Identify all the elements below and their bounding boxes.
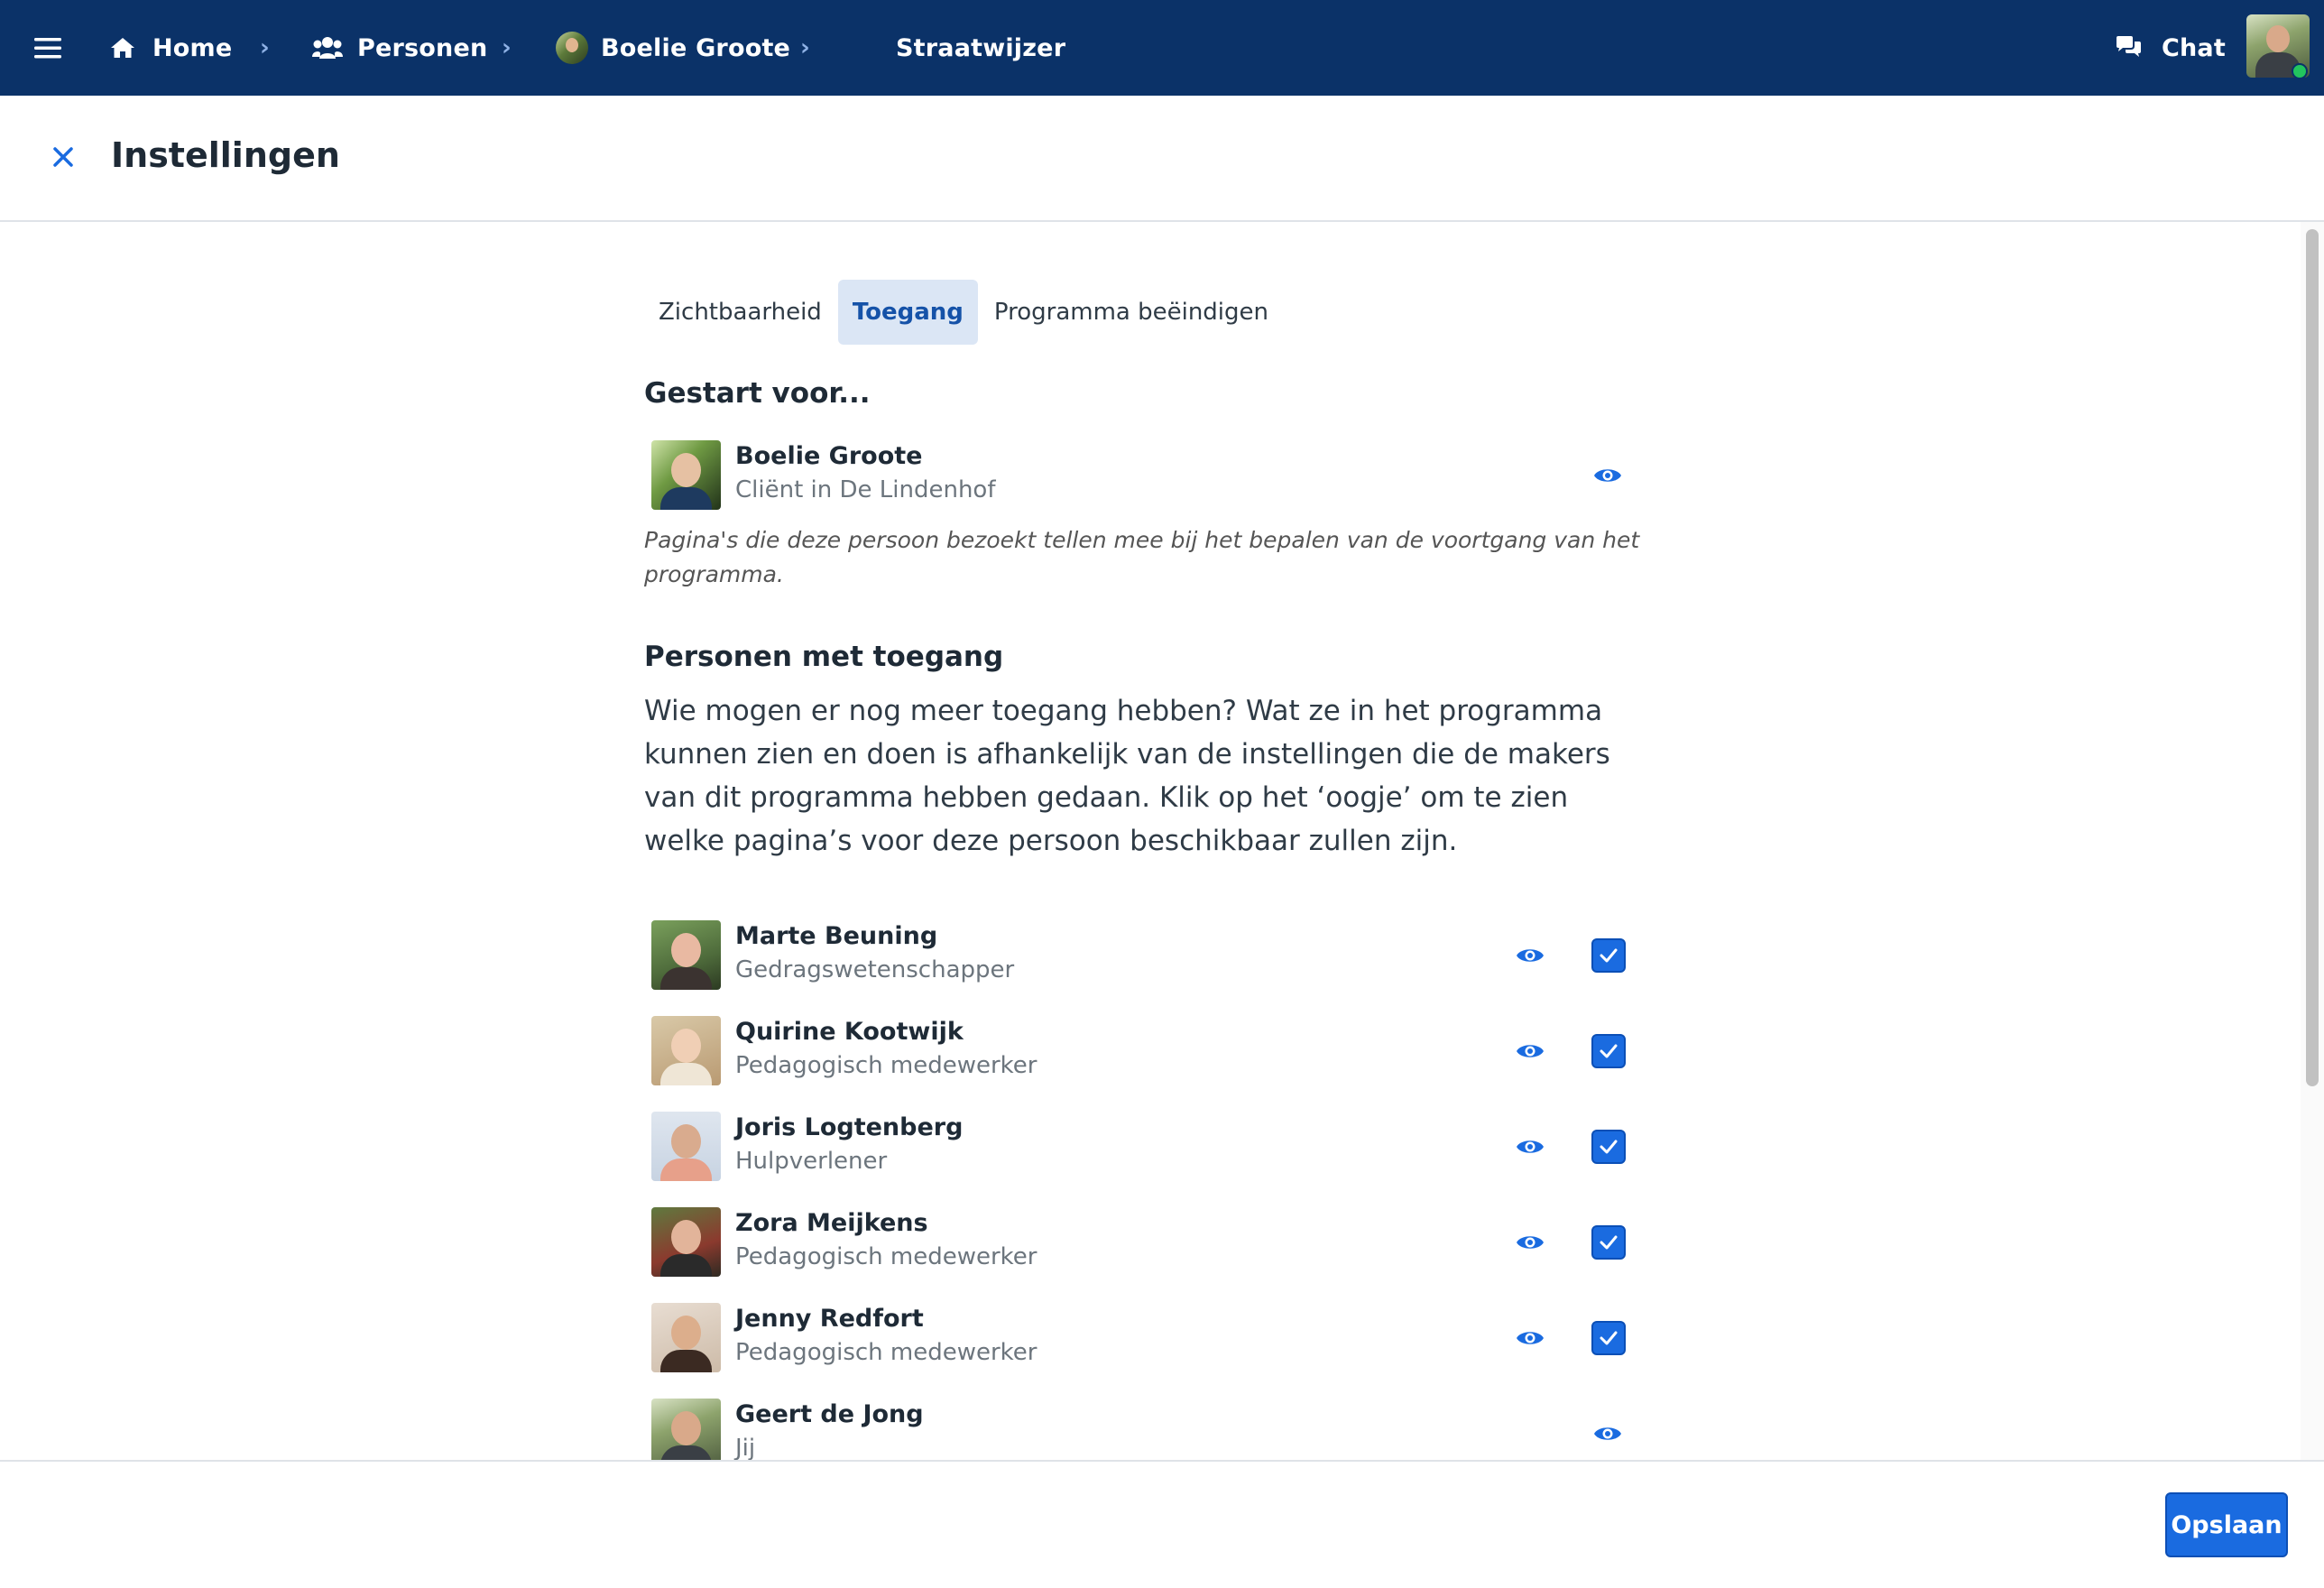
eye-icon[interactable] [1516,1041,1545,1061]
page-header: Instellingen [0,96,2324,222]
current-label: Straatwijzer [896,33,1066,62]
breadcrumb-persons[interactable]: Personen [312,0,487,96]
person-role: Pedagogisch medewerker [735,1052,1038,1079]
person-name: Geert de Jong [735,1400,924,1428]
avatar-face [671,933,701,967]
avatar-face [2266,25,2290,52]
check-icon [1600,948,1618,963]
started-for-person: Boelie Groote Cliënt in De Lindenhof [651,440,1637,511]
close-icon[interactable] [47,141,79,173]
avatar-face [671,1124,701,1159]
person-name: Marte Beuning [735,922,938,950]
chevron-right-icon: › [502,34,512,61]
access-checkbox[interactable] [1591,1034,1626,1068]
eye-icon[interactable] [1593,1424,1622,1444]
online-status-indicator [2292,63,2308,79]
breadcrumb-current: Straatwijzer [896,0,1065,96]
check-icon [1600,1044,1618,1058]
avatar-body [660,1063,712,1085]
avatar-body [660,487,712,510]
check-icon [1600,1235,1618,1250]
menu-button[interactable] [32,0,63,96]
avatar-face [671,1029,701,1063]
breadcrumb-home[interactable]: Home [109,0,232,96]
chat-label: Chat [2162,33,2226,62]
eye-icon[interactable] [1593,466,1622,485]
access-description: Wie mogen er nog meer toegang hebben? Wa… [644,695,1610,857]
avatar [651,440,721,510]
top-navbar: Home › Personen › Boelie Groote › Straat… [0,0,2324,96]
page-title: Instellingen [111,135,340,175]
access-checkbox[interactable] [1591,1321,1626,1355]
person-role: Pedagogisch medewerker [735,1339,1038,1366]
access-checkbox[interactable] [1591,1130,1626,1164]
person-name: Joris Logtenberg [735,1113,964,1141]
person-name: Quirine Kootwijk [735,1018,964,1046]
check-icon [1600,1331,1618,1345]
save-button[interactable]: Opslaan [2165,1492,2288,1557]
scrollbar-thumb[interactable] [2306,229,2319,1086]
person-name: Jenny Redfort [735,1305,924,1333]
vertical-scrollbar[interactable] [2301,222,2324,1460]
list-item: Quirine Kootwijk Pedagogisch medewerker [651,1016,1637,1086]
home-label: Home [152,33,233,62]
avatar [651,1207,721,1277]
tab-bar: Zichtbaarheid Toegang Programma beëindig… [644,280,1285,345]
chat-icon [2116,36,2141,57]
eye-icon[interactable] [1516,946,1545,965]
access-checkbox[interactable] [1591,1225,1626,1260]
settings-content: Zichtbaarheid Toegang Programma beëindig… [0,222,2324,1460]
avatar-face [671,1316,701,1350]
eye-icon[interactable] [1516,1233,1545,1252]
list-item: Zora Meijkens Pedagogisch medewerker [651,1207,1637,1278]
avatar-face [671,1411,701,1445]
person-role: Hulpverlener [735,1148,888,1175]
person-role: Gedragswetenschapper [735,956,1015,983]
access-checkbox[interactable] [1591,938,1626,973]
tab-access[interactable]: Toegang [837,280,978,345]
avatar-face [671,1220,701,1254]
list-item: Geert de Jong Jij [651,1399,1637,1460]
chevron-right-icon: › [260,34,270,61]
users-icon [312,37,343,59]
person-role: Pedagogisch medewerker [735,1243,1038,1270]
eye-icon[interactable] [1516,1328,1545,1348]
avatar [651,1112,721,1181]
list-item: Jenny Redfort Pedagogisch medewerker [651,1303,1637,1373]
avatar [651,920,721,990]
chevron-right-icon: › [800,34,810,61]
person-role: Cliënt in De Lindenhof [735,476,996,503]
list-item: Joris Logtenberg Hulpverlener [651,1112,1637,1182]
started-for-heading: Gestart voor... [644,377,871,410]
person-name: Boelie Groote [735,442,923,470]
check-icon [1600,1140,1618,1154]
person-name: Zora Meijkens [735,1209,928,1237]
home-icon [111,38,134,58]
tab-visibility[interactable]: Zichtbaarheid [644,280,836,345]
client-avatar [556,32,588,64]
avatar-body [660,967,712,990]
avatar [651,1016,721,1085]
avatar [651,1399,721,1460]
persons-label: Personen [357,33,488,62]
access-heading: Personen met toegang [644,641,1004,673]
menu-icon [34,38,61,59]
started-for-note: Pagina's die deze persoon bezoekt tellen… [644,527,1640,587]
person-role: Jij [735,1435,756,1460]
avatar-body [660,1350,712,1372]
avatar-face [671,453,701,487]
avatar-body [660,1445,712,1460]
avatar-body [660,1254,712,1277]
list-item: Marte Beuning Gedragswetenschapper [651,920,1637,991]
avatar [651,1303,721,1372]
avatar-body [660,1159,712,1181]
client-label: Boelie Groote [601,33,791,62]
breadcrumb-client[interactable]: Boelie Groote [556,0,790,96]
footer-bar: Opslaan [0,1460,2324,1588]
tab-end-program[interactable]: Programma beëindigen [980,280,1283,345]
chat-button[interactable]: Chat [2115,0,2226,96]
eye-icon[interactable] [1516,1137,1545,1157]
